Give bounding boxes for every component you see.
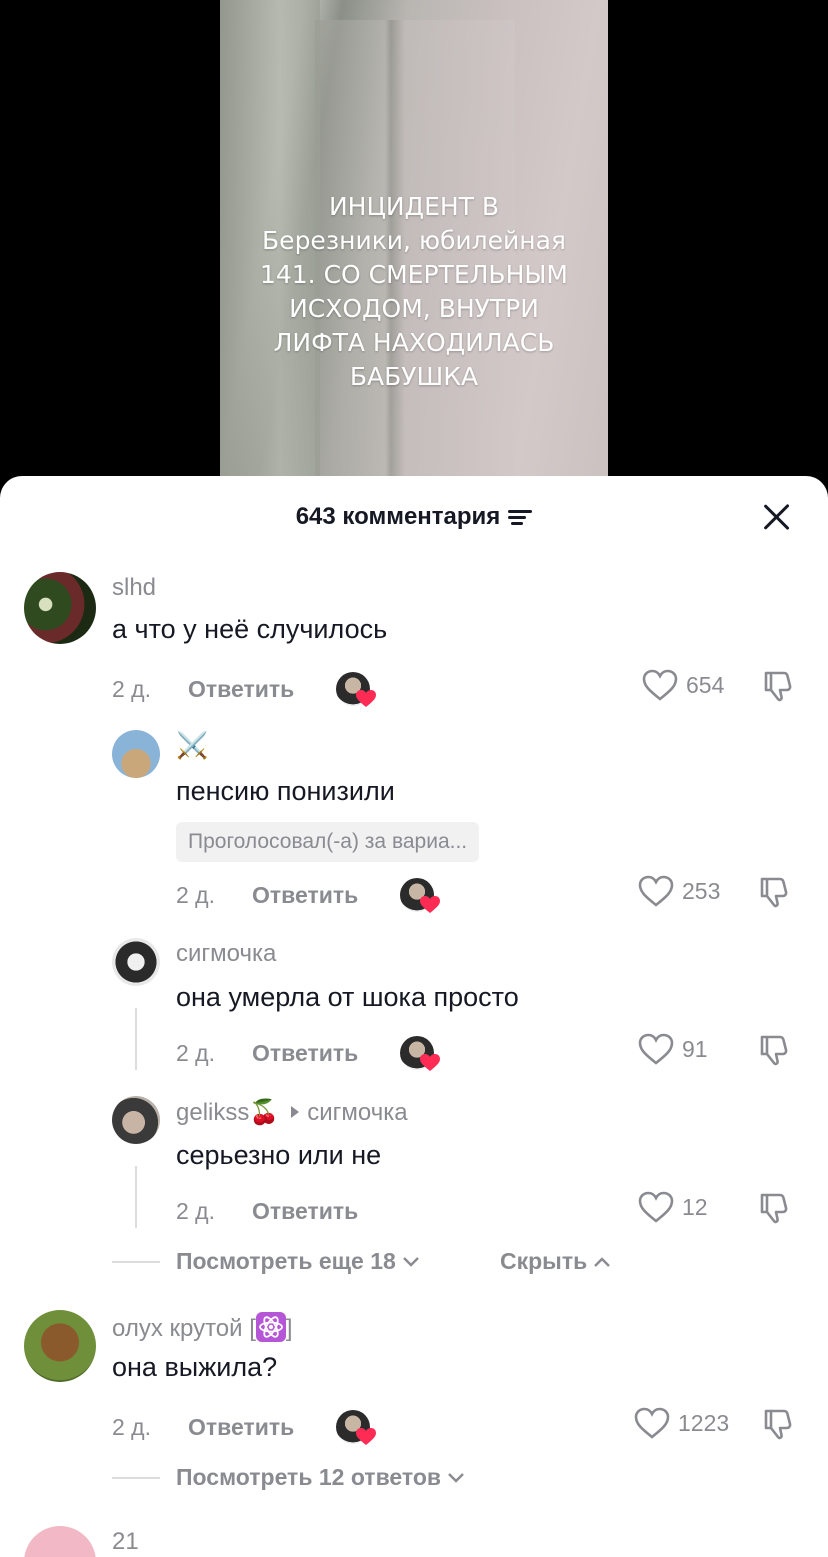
comments-title[interactable]: 643 комментария bbox=[296, 503, 533, 531]
thread-line bbox=[135, 1166, 137, 1228]
creator-liked-badge bbox=[400, 878, 440, 913]
comments-count-label: 643 комментария bbox=[295, 503, 501, 530]
thread-divider bbox=[112, 1477, 160, 1479]
chevron-down-icon bbox=[448, 1472, 464, 1483]
chevron-down-icon bbox=[402, 1256, 419, 1267]
filter-icon[interactable] bbox=[508, 507, 533, 527]
video-caption: ИНЦИДЕНТ В Березники, юбилейная 141. СО … bbox=[220, 190, 608, 394]
reply-item: сигмочка она умерла от шока просто 2 д. … bbox=[0, 938, 828, 1078]
heart-outline-icon bbox=[634, 1407, 670, 1439]
like-button[interactable]: 654 bbox=[642, 669, 724, 701]
comment-username[interactable]: ⚔️ bbox=[176, 730, 208, 761]
reply-arrow-icon bbox=[291, 1106, 300, 1118]
view-replies-label: Посмотреть 12 ответов bbox=[176, 1464, 442, 1490]
caption-line: 141. СО СМЕРТЕЛЬНЫМ bbox=[259, 260, 569, 289]
comment-username[interactable]: slhd bbox=[112, 574, 156, 602]
comment-time: 2 д. bbox=[112, 1414, 151, 1440]
like-button[interactable]: 1223 bbox=[634, 1407, 729, 1439]
video-player[interactable]: ИНЦИДЕНТ В Березники, юбилейная 141. СО … bbox=[220, 0, 608, 490]
comment-username[interactable]: олух крутой [] bbox=[112, 1312, 293, 1343]
chevron-up-icon bbox=[594, 1256, 611, 1267]
view-more-label: Посмотреть еще 18 bbox=[176, 1248, 396, 1274]
username-text: олух крутой [ bbox=[112, 1315, 256, 1342]
reply-item: ⚔️ пенсию понизили Проголосовал(-а) за в… bbox=[0, 730, 828, 913]
creator-liked-badge bbox=[400, 1036, 440, 1071]
dislike-icon[interactable] bbox=[758, 875, 792, 909]
avatar[interactable] bbox=[112, 730, 160, 778]
username-text: ] bbox=[285, 1315, 293, 1342]
heart-outline-icon bbox=[642, 669, 678, 701]
comment-time: 2 д. bbox=[112, 676, 151, 702]
view-replies-button[interactable]: Посмотреть 12 ответов bbox=[176, 1464, 465, 1491]
hide-replies-button[interactable]: Скрыть bbox=[500, 1248, 611, 1275]
dislike-icon[interactable] bbox=[762, 669, 796, 703]
comment-username[interactable]: сигмочка bbox=[176, 940, 276, 968]
heart-icon bbox=[356, 690, 376, 707]
like-count: 12 bbox=[682, 1193, 708, 1220]
avatar[interactable] bbox=[112, 1096, 160, 1144]
heart-outline-icon bbox=[638, 1191, 674, 1223]
hide-label: Скрыть bbox=[500, 1248, 588, 1274]
caption-line: БАБУШКА bbox=[349, 362, 479, 391]
thread-line bbox=[135, 1008, 137, 1070]
reply-button[interactable]: Ответить bbox=[252, 1198, 358, 1225]
comment-username[interactable]: 21 bbox=[112, 1528, 139, 1556]
like-button[interactable]: 91 bbox=[638, 1033, 708, 1065]
comment-text: она умерла от шока просто bbox=[176, 982, 519, 1012]
like-button[interactable]: 12 bbox=[638, 1191, 708, 1223]
comment-text: она выжила? bbox=[112, 1352, 278, 1382]
avatar[interactable] bbox=[112, 938, 160, 986]
comment-time: 2 д. bbox=[176, 882, 215, 908]
comment-time: 2 д. bbox=[176, 1040, 215, 1066]
reply-to-username[interactable]: сигмочка bbox=[307, 1099, 407, 1126]
sheet-header: 643 комментария bbox=[0, 476, 828, 558]
comment-text: пенсию понизили bbox=[176, 776, 395, 806]
avatar[interactable] bbox=[24, 1310, 96, 1382]
reply-button[interactable]: Ответить bbox=[188, 676, 294, 703]
close-button[interactable] bbox=[762, 502, 792, 532]
like-count: 91 bbox=[682, 1035, 708, 1062]
like-count: 654 bbox=[686, 671, 725, 698]
caption-line: ЛИФТА НАХОДИЛАСЬ bbox=[273, 328, 555, 357]
caption-line: Березники, юбилейная bbox=[262, 226, 566, 255]
like-count: 253 bbox=[682, 877, 721, 904]
comment-item: slhd а что у неё случилось 2 д. Ответить… bbox=[0, 572, 828, 722]
reply-button[interactable]: Ответить bbox=[252, 1040, 358, 1067]
heart-icon bbox=[420, 896, 440, 913]
comment-item-partial: 21 bbox=[0, 1526, 828, 1557]
avatar[interactable] bbox=[24, 1526, 96, 1557]
heart-outline-icon bbox=[638, 1033, 674, 1065]
like-count: 1223 bbox=[678, 1409, 730, 1436]
heart-outline-icon bbox=[638, 875, 674, 907]
creator-liked-badge bbox=[336, 1410, 376, 1445]
dislike-icon[interactable] bbox=[758, 1191, 792, 1225]
poll-vote-chip[interactable]: Проголосовал(-а) за вариа... bbox=[176, 822, 480, 862]
comment-item: олух крутой [] она выжила? 2 д. Ответить… bbox=[0, 1310, 828, 1460]
avatar[interactable] bbox=[24, 572, 96, 644]
like-button[interactable]: 253 bbox=[638, 875, 720, 907]
comment-text: серьезно или не bbox=[176, 1140, 382, 1170]
comment-username-row: gelikss🍒 сигмочка bbox=[176, 1098, 408, 1127]
view-more-replies-button[interactable]: Посмотреть еще 18 bbox=[176, 1248, 420, 1275]
reply-item: gelikss🍒 сигмочка серьезно или не 2 д. От… bbox=[0, 1096, 828, 1236]
creator-liked-badge bbox=[336, 672, 376, 707]
heart-icon bbox=[420, 1054, 440, 1071]
caption-line: ИСХОДОМ, ВНУТРИ bbox=[289, 294, 539, 323]
dislike-icon[interactable] bbox=[762, 1407, 796, 1441]
thread-divider bbox=[112, 1261, 160, 1263]
reply-button[interactable]: Ответить bbox=[252, 882, 358, 909]
atom-emoji-icon bbox=[255, 1312, 286, 1342]
dislike-icon[interactable] bbox=[758, 1033, 792, 1067]
comments-sheet: 643 комментария slhd а что у неё случило… bbox=[0, 476, 828, 1557]
reply-button[interactable]: Ответить bbox=[188, 1414, 294, 1441]
caption-line: ИНЦИДЕНТ В bbox=[328, 192, 500, 221]
comment-text: а что у неё случилось bbox=[112, 614, 388, 644]
heart-icon bbox=[356, 1428, 376, 1445]
comment-username[interactable]: gelikss🍒 bbox=[176, 1099, 279, 1126]
comment-time: 2 д. bbox=[176, 1198, 215, 1224]
